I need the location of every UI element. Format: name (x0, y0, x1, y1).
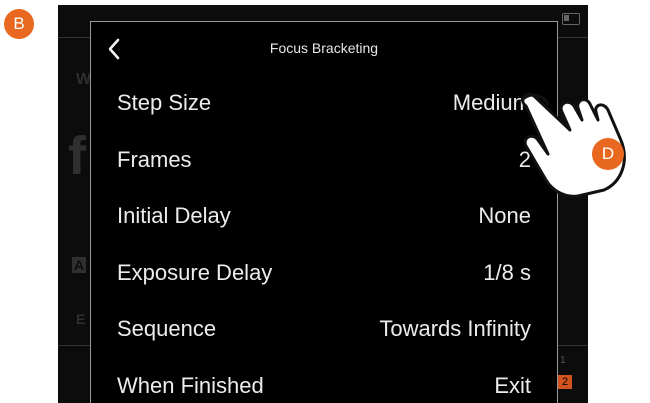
panel-header: Focus Bracketing (91, 22, 557, 76)
menu-row-when-finished[interactable]: When Finished Exit (91, 359, 557, 403)
row-label: Sequence (117, 316, 217, 341)
bg-badge-number: 1 (560, 355, 566, 366)
menu-row-sequence[interactable]: Sequence Towards Infinity (91, 302, 557, 359)
row-value: 1/8 s (483, 259, 531, 285)
menu-row-initial-delay[interactable]: Initial Delay None (91, 189, 557, 246)
bg-glyph-e: E (76, 311, 86, 327)
row-value: Exit (494, 372, 531, 398)
menu-row-frames[interactable]: Frames 2 (91, 133, 557, 190)
row-label: Step Size (117, 90, 212, 115)
menu-row-step-size[interactable]: Step Size Medium (91, 76, 557, 133)
bg-glyph-a: A (72, 257, 87, 273)
bg-badge: 2 (558, 375, 572, 389)
panel-title: Focus Bracketing (269, 40, 379, 56)
menu-row-exposure-delay[interactable]: Exposure Delay 1/8 s (91, 246, 557, 303)
battery-icon (562, 13, 580, 25)
callout-marker-d: D (592, 138, 624, 170)
bg-glyph-w: W (76, 71, 92, 88)
row-value: Towards Infinity (379, 316, 531, 341)
camera-screen: W f A E 1 2 Focus Bracketing Step Size M… (58, 5, 588, 403)
focus-bracketing-panel: Focus Bracketing Step Size Medium Frames… (90, 21, 558, 403)
callout-marker-b: B (4, 9, 34, 39)
bg-glyph-f: f (68, 126, 86, 186)
row-label: Frames (117, 146, 192, 172)
row-label: Initial Delay (117, 203, 231, 228)
tap-hand-icon (520, 92, 626, 198)
row-label: When Finished (117, 372, 264, 398)
row-label: Exposure Delay (117, 259, 273, 285)
row-value: None (478, 203, 531, 228)
